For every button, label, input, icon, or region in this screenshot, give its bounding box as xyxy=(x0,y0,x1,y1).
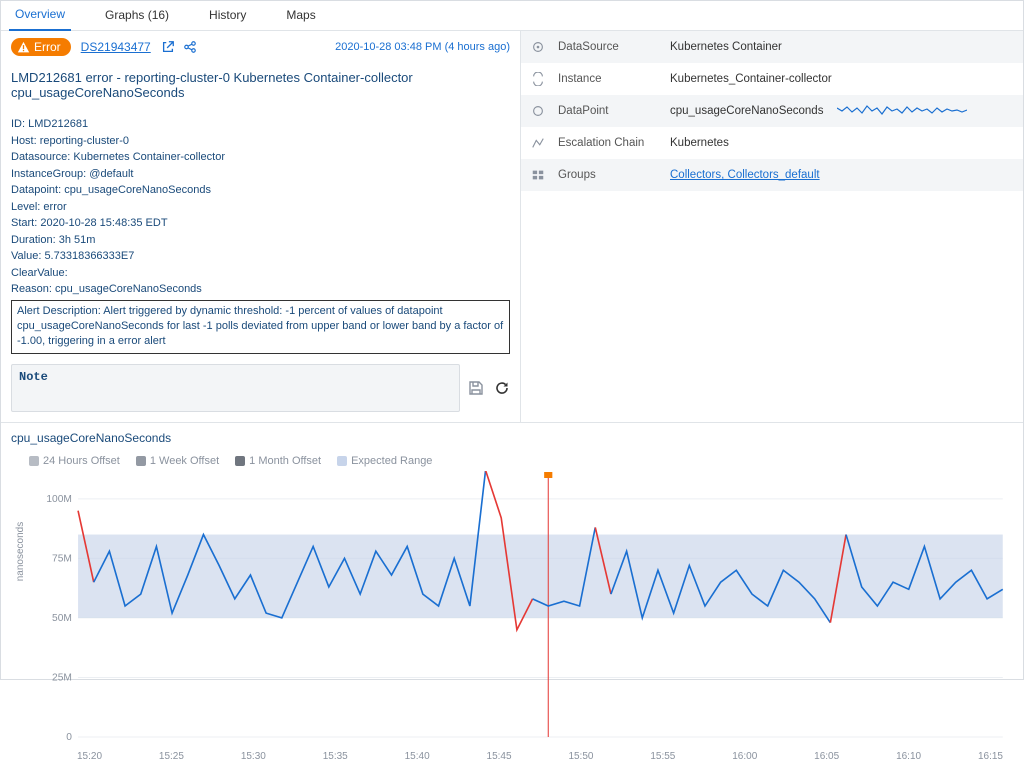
info-instance-value: Kubernetes_Container-collector xyxy=(670,73,832,85)
detail-datasource: Kubernetes Container-collector xyxy=(73,151,225,163)
datasource-link[interactable]: DS21943477 xyxy=(81,40,151,54)
datasource-icon xyxy=(531,40,545,54)
alert-title: LMD212681 error - reporting-cluster-0 Ku… xyxy=(11,70,510,100)
alert-details: ID: LMD212681 Host: reporting-cluster-0 … xyxy=(11,116,510,298)
top-section: Error DS21943477 2020-10-28 03:48 PM (4 … xyxy=(1,31,1023,423)
info-groups-link[interactable]: Collectors, Collectors_default xyxy=(670,169,820,181)
x-axis-ticks: 15:2015:2515:3015:3515:4015:4515:5015:55… xyxy=(77,751,1013,762)
svg-text:25M: 25M xyxy=(52,672,72,683)
info-row-datapoint: DataPoint cpu_usageCoreNanoSeconds xyxy=(521,95,1023,127)
svg-text:0: 0 xyxy=(66,732,72,743)
alert-summary-pane: Error DS21943477 2020-10-28 03:48 PM (4 … xyxy=(1,31,521,422)
detail-level: error xyxy=(43,201,66,213)
detail-duration: 3h 51m xyxy=(59,234,96,246)
datapoint-icon xyxy=(531,104,545,118)
alert-timestamp: 2020-10-28 03:48 PM (4 hours ago) xyxy=(335,41,510,53)
save-icon[interactable] xyxy=(468,380,484,396)
refresh-icon[interactable] xyxy=(494,380,510,396)
detail-start: 2020-10-28 15:48:35 EDT xyxy=(40,217,167,229)
alert-detail-frame: Overview Graphs (16) History Maps Error … xyxy=(0,0,1024,680)
severity-badge: Error xyxy=(11,38,71,56)
info-datapoint-value: cpu_usageCoreNanoSeconds xyxy=(670,105,823,117)
tab-history[interactable]: History xyxy=(203,1,252,31)
chart-plot: nanoseconds 025M50M75M100M xyxy=(31,471,1013,751)
info-row-instance: Instance Kubernetes_Container-collector xyxy=(521,63,1023,95)
severity-label: Error xyxy=(34,40,61,54)
instance-icon xyxy=(531,72,545,86)
svg-text:75M: 75M xyxy=(52,553,72,564)
tab-maps[interactable]: Maps xyxy=(280,1,321,31)
detail-datapoint: cpu_usageCoreNanoSeconds xyxy=(64,184,211,196)
chart-title: cpu_usageCoreNanoSeconds xyxy=(11,431,1013,445)
sparkline xyxy=(837,102,967,120)
groups-icon xyxy=(531,168,545,182)
detail-value: 5.73318366333E7 xyxy=(44,250,134,262)
tab-graphs[interactable]: Graphs (16) xyxy=(99,1,175,31)
alert-header: Error DS21943477 2020-10-28 03:48 PM (4 … xyxy=(11,38,510,56)
note-input[interactable]: Note xyxy=(11,364,460,412)
svg-text:50M: 50M xyxy=(52,613,72,624)
alert-description-box: Alert Description: Alert triggered by dy… xyxy=(11,300,510,354)
legend-24h[interactable]: 24 Hours Offset xyxy=(29,455,120,467)
chart-svg: 0 25M 50M 75M 100M xyxy=(31,471,1013,751)
svg-text:100M: 100M xyxy=(46,494,72,505)
info-datasource-value: Kubernetes Container xyxy=(670,41,782,53)
info-table-pane: DataSource Kubernetes Container Instance… xyxy=(521,31,1023,422)
tab-bar: Overview Graphs (16) History Maps xyxy=(1,1,1023,31)
chart-legend: 24 Hours Offset 1 Week Offset 1 Month Of… xyxy=(29,455,1013,467)
tab-overview[interactable]: Overview xyxy=(9,1,71,31)
detail-host: reporting-cluster-0 xyxy=(40,135,129,147)
info-row-escalation: Escalation Chain Kubernetes xyxy=(521,127,1023,159)
detail-reason: cpu_usageCoreNanoSeconds xyxy=(55,283,202,295)
note-row: Note xyxy=(11,364,510,412)
y-axis-label: nanoseconds xyxy=(15,521,26,581)
warning-icon xyxy=(17,41,30,54)
info-escalation-value: Kubernetes xyxy=(670,137,729,149)
legend-expected[interactable]: Expected Range xyxy=(337,455,432,467)
detail-id: LMD212681 xyxy=(28,118,88,130)
detail-instance-group: @default xyxy=(89,168,133,180)
info-row-groups: Groups Collectors, Collectors_default xyxy=(521,159,1023,191)
escalation-icon xyxy=(531,136,545,150)
legend-1w[interactable]: 1 Week Offset xyxy=(136,455,219,467)
open-external-icon[interactable] xyxy=(161,40,175,54)
legend-1m[interactable]: 1 Month Offset xyxy=(235,455,321,467)
chart-section: cpu_usageCoreNanoSeconds 24 Hours Offset… xyxy=(1,423,1023,764)
share-icon[interactable] xyxy=(183,40,197,54)
info-row-datasource: DataSource Kubernetes Container xyxy=(521,31,1023,63)
